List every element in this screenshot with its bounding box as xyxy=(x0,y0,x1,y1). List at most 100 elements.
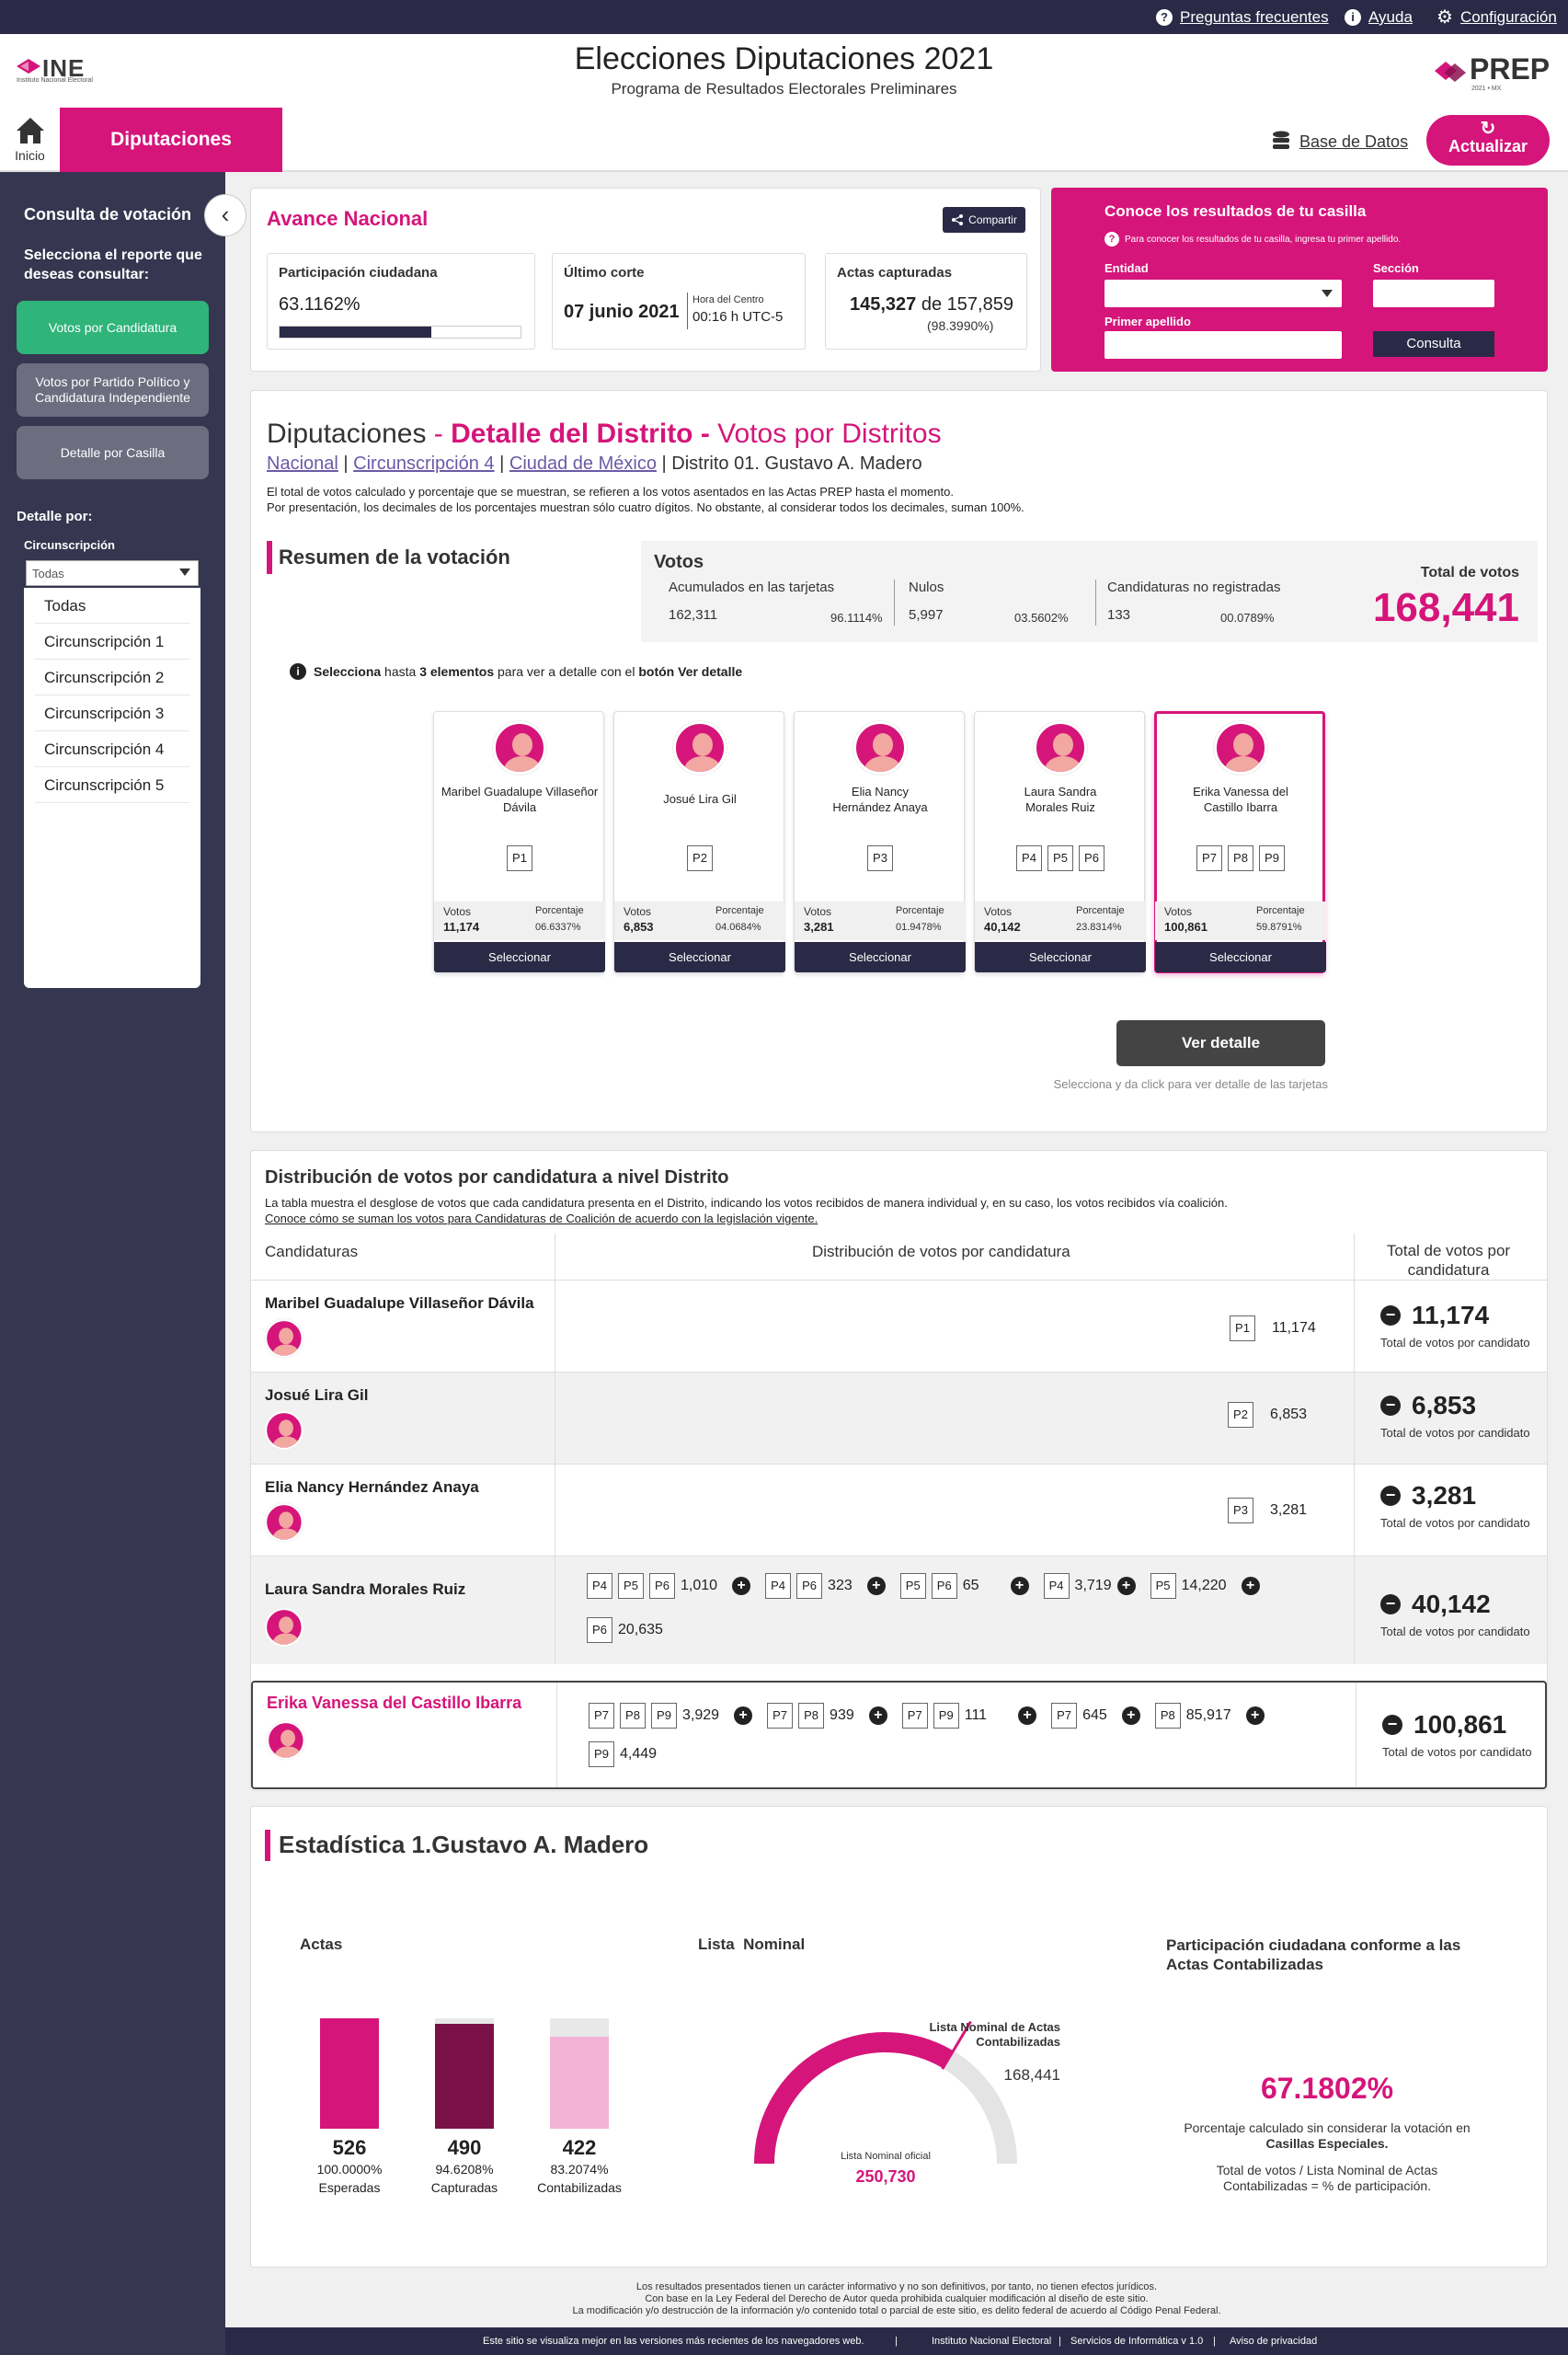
sidebar-item-detalle-casilla[interactable]: Detalle por Casilla xyxy=(17,426,209,479)
conoce-casilla-card: Conoce los resultados de tu casilla ? Par… xyxy=(1051,188,1548,372)
bar-value: 490 xyxy=(447,2136,482,2159)
participacion-title: Participación ciudadana conforme a las A… xyxy=(1166,1936,1461,1973)
plus-icon: + xyxy=(1245,1706,1265,1725)
party-badge: P2 xyxy=(687,845,713,871)
candidate-card[interactable]: Laura Sandra Morales Ruiz P4 P5 P6 Votos 40… xyxy=(974,711,1146,973)
breadcrumb-circunscripcion[interactable]: Circunscripción 4 xyxy=(353,454,494,474)
estadistica-card: Estadística 1.Gustavo A. Madero Actas 52… xyxy=(250,1806,1548,2268)
table-row: Laura Sandra Morales Ruiz P4 P5 P6 1,010 + P… xyxy=(251,1556,1547,1664)
circ-dropdown-list: Todas Circunscripción 1 Circunscripción … xyxy=(24,588,200,988)
avatar xyxy=(1214,721,1267,775)
candidate-card[interactable]: Josué Lira Gil P2 Votos 6,853 Porcentaje 04… xyxy=(613,711,785,973)
candidate-card-selected[interactable]: Erika Vanessa del Castillo Ibarra P7 P8 P9… xyxy=(1154,711,1326,973)
plus-icon: + xyxy=(866,1577,886,1595)
resumen-title: Resumen de la votación xyxy=(279,546,510,569)
party-badge: P8 xyxy=(798,1703,825,1729)
lista-contab-label: Lista Nominal de Actas Contabilizadas xyxy=(929,2020,1060,2049)
table-row: Maribel Guadalupe Villaseñor Dávila P1 11… xyxy=(251,1280,1547,1372)
privacidad-link[interactable]: Aviso de privacidad xyxy=(1230,2336,1317,2347)
database-link[interactable]: Base de Datos xyxy=(1272,131,1408,153)
sidebar-item-votos-candidatura[interactable]: Votos por Candidatura xyxy=(17,301,209,354)
list-item[interactable]: Circunscripción 4 xyxy=(35,731,189,767)
votos-summary: Votos Acumulados en las tarjetas 162,311… xyxy=(641,541,1538,642)
party-badge: P1 xyxy=(507,845,532,871)
party-badge: P8 xyxy=(1228,845,1253,871)
plus-icon: + xyxy=(1116,1577,1136,1595)
faq-link[interactable]: ? Preguntas frecuentes xyxy=(1156,8,1329,27)
distribucion-card: Distribución de votos por candidatura a … xyxy=(250,1150,1548,1791)
coalicion-link[interactable]: Conoce cómo se suman los votos para Cand… xyxy=(265,1211,1414,1226)
table-header: Total de votos por candidatura xyxy=(1386,1242,1511,1279)
list-item[interactable]: Circunscripción 5 xyxy=(35,767,189,803)
list-item[interactable]: Circunscripción 1 xyxy=(35,624,189,660)
lista-nominal-title: Lista Nominal xyxy=(698,1936,806,1953)
circ-select[interactable]: Todas xyxy=(26,560,199,586)
candidate-card[interactable]: Maribel Guadalupe Villaseñor Dávila P1 V… xyxy=(433,711,605,973)
share-button[interactable]: Compartir xyxy=(943,207,1025,233)
gauge-fill xyxy=(754,2032,954,2165)
seccion-input[interactable] xyxy=(1373,280,1494,307)
ver-detalle-button[interactable]: Ver detalle xyxy=(1116,1020,1325,1066)
sidebar-item-votos-partido[interactable]: Votos por Partido Político y Candidatura… xyxy=(17,363,209,417)
tab-diputaciones[interactable]: Diputaciones xyxy=(60,108,282,172)
select-button[interactable]: Seleccionar xyxy=(975,942,1146,972)
candidate-card[interactable]: Elia Nancy Hernández Anaya P3 Votos 3,281… xyxy=(794,711,966,973)
list-item[interactable]: Todas xyxy=(35,588,189,624)
collapse-icon[interactable]: − xyxy=(1380,1396,1401,1416)
prep-logo-icon xyxy=(1435,62,1466,82)
select-button[interactable]: Seleccionar xyxy=(434,942,605,972)
refresh-button[interactable]: ↻ Actualizar xyxy=(1426,115,1550,166)
gear-icon: ⚙ xyxy=(1436,7,1453,28)
apellido-input[interactable] xyxy=(1104,331,1342,359)
party-badge: P8 xyxy=(1154,1703,1181,1729)
servicios-link[interactable]: Servicios de Informática v 1.0 xyxy=(1070,2336,1203,2347)
table-row-selected: Erika Vanessa del Castillo Ibarra P7 P8 P9… xyxy=(251,1681,1547,1789)
party-badge: P8 xyxy=(620,1703,646,1729)
participacion-progress-fill xyxy=(280,327,432,338)
collapse-icon[interactable]: − xyxy=(1382,1715,1402,1735)
select-button[interactable]: Seleccionar xyxy=(1155,942,1326,972)
breadcrumb-nacional[interactable]: Nacional xyxy=(267,454,338,474)
list-item[interactable]: Circunscripción 3 xyxy=(35,695,189,731)
total-votos-value: 168,441 xyxy=(1372,585,1519,630)
party-badge: P5 xyxy=(1047,845,1073,871)
detalle-note: El total de votos calculado y porcentaje… xyxy=(267,485,1024,514)
consulta-button[interactable]: Consulta xyxy=(1373,331,1494,357)
lista-oficial-label: Lista Nominal oficial xyxy=(841,2151,931,2162)
entidad-select[interactable] xyxy=(1104,280,1342,307)
participacion-progress xyxy=(279,326,521,339)
party-badge: P9 xyxy=(1259,845,1285,871)
gauge-track xyxy=(754,2032,1017,2165)
party-badge: P1 xyxy=(1230,1315,1255,1341)
select-button[interactable]: Seleccionar xyxy=(614,942,785,972)
party-badge: P4 xyxy=(1043,1573,1070,1599)
party-badge: P5 xyxy=(618,1573,644,1599)
header: INE Instituto Nacional Electoral Eleccio… xyxy=(0,34,1568,108)
sidebar-title: Consulta de votación xyxy=(24,205,192,224)
distribucion-title: Distribución de votos por candidatura a … xyxy=(265,1167,729,1188)
select-button[interactable]: Seleccionar xyxy=(795,942,966,972)
party-badge: P4 xyxy=(1016,845,1042,871)
party-badge: P7 xyxy=(589,1703,614,1729)
divider xyxy=(894,580,895,626)
actas-kpi: Actas capturadas 145,327 de 157,859 (98.… xyxy=(825,253,1027,350)
party-badge: P7 xyxy=(901,1703,928,1729)
accent-bar xyxy=(265,1830,270,1861)
help-link[interactable]: i Ayuda xyxy=(1345,8,1413,27)
ine-link[interactable]: Instituto Nacional Electoral xyxy=(932,2336,1051,2347)
home-button[interactable]: Inicio xyxy=(0,108,60,172)
collapse-icon[interactable]: − xyxy=(1380,1594,1401,1614)
collapse-icon[interactable]: − xyxy=(1380,1305,1401,1326)
avance-card: Avance Nacional Compartir Participación … xyxy=(250,188,1041,372)
footer-disclaimer: Los resultados presentados tienen un car… xyxy=(572,2281,1221,2316)
party-badge: P7 xyxy=(767,1703,794,1729)
config-link[interactable]: ⚙ Configuración xyxy=(1436,8,1557,27)
collapse-sidebar-button[interactable]: ‹ xyxy=(204,194,246,236)
collapse-icon[interactable]: − xyxy=(1380,1486,1401,1506)
party-badge: P2 xyxy=(1228,1402,1253,1428)
breadcrumb-entidad[interactable]: Ciudad de México xyxy=(509,454,657,474)
question-icon: ? xyxy=(1156,9,1173,26)
breadcrumb: Nacional | Circunscripción 4 | Ciudad de… xyxy=(267,454,922,474)
list-item[interactable]: Circunscripción 2 xyxy=(35,660,189,695)
participacion-note: Porcentaje calculado sin considerar la v… xyxy=(1184,2120,1471,2193)
